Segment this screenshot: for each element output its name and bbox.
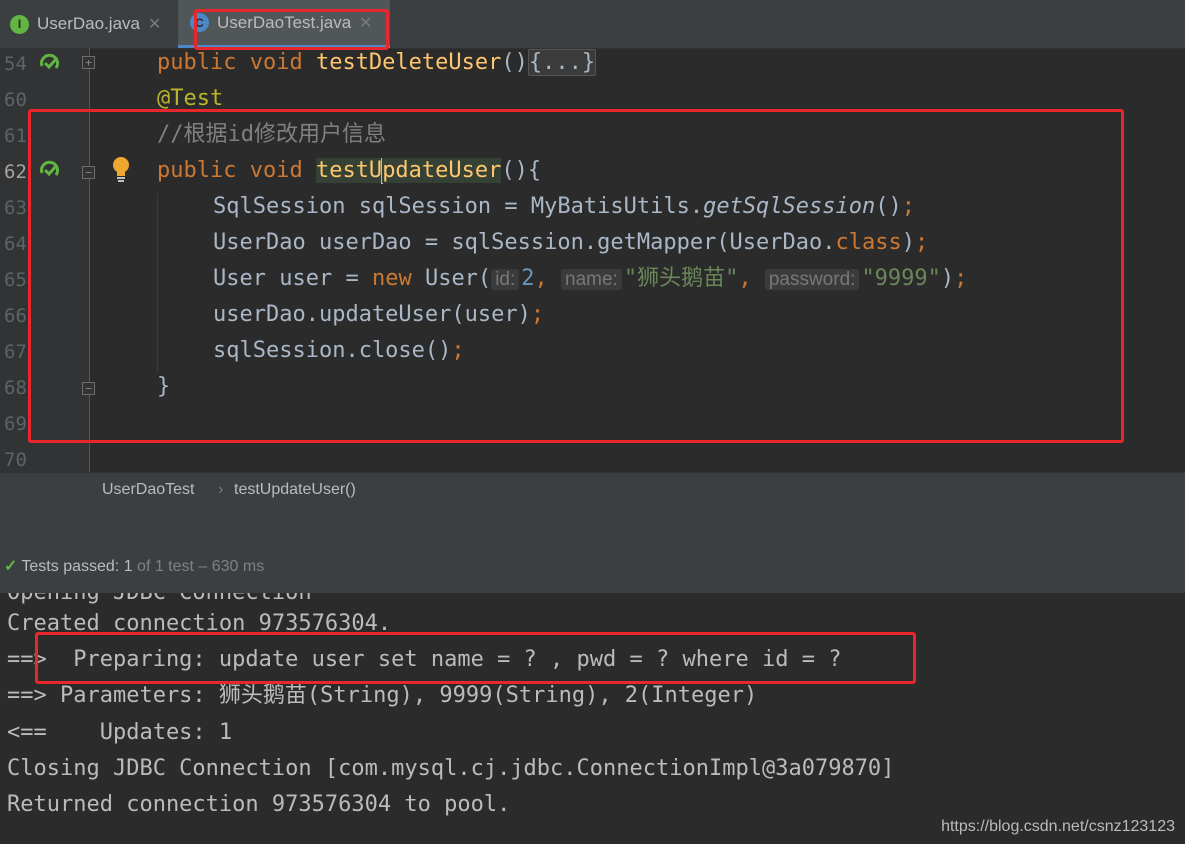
tab-userdao-java[interactable]: I UserDao.java ✕ <box>10 0 161 48</box>
line-number: 54 <box>4 53 27 75</box>
folded-code[interactable]: {...} <box>527 49 597 76</box>
check-icon: ✓ <box>4 558 18 575</box>
interface-icon: I <box>10 14 29 34</box>
breadcrumb: UserDaoTest › testUpdateUser() <box>0 472 1185 507</box>
code-line-54: public void testDeleteUser(){...} <box>157 49 597 76</box>
run-panel-header <box>0 506 1185 593</box>
close-icon[interactable]: ✕ <box>148 14 161 34</box>
console-line: Closing JDBC Connection [com.mysql.cj.jd… <box>7 756 895 781</box>
editor-tab-bar: I UserDao.java ✕ C UserDaoTest.java ✕ <box>0 0 1185 49</box>
highlight-box-code <box>28 109 1124 443</box>
watermark: https://blog.csdn.net/csnz123123 <box>941 818 1175 835</box>
highlight-box-sql <box>35 632 916 684</box>
breadcrumb-separator: › <box>218 481 224 498</box>
highlight-box-tab <box>194 9 389 50</box>
test-status: ✓ Tests passed: 1 of 1 test – 630 ms <box>4 558 265 575</box>
console-line: <== Updates: 1 <box>7 720 233 745</box>
breadcrumb-method[interactable]: testUpdateUser() <box>234 481 356 499</box>
run-test-icon[interactable] <box>38 52 62 76</box>
console-output[interactable]: Opening JDBC Connection Created connecti… <box>0 593 1185 844</box>
console-line: Returned connection 973576304 to pool. <box>7 792 511 817</box>
breadcrumb-class[interactable]: UserDaoTest <box>102 481 194 499</box>
tab-label: UserDao.java <box>37 14 140 33</box>
